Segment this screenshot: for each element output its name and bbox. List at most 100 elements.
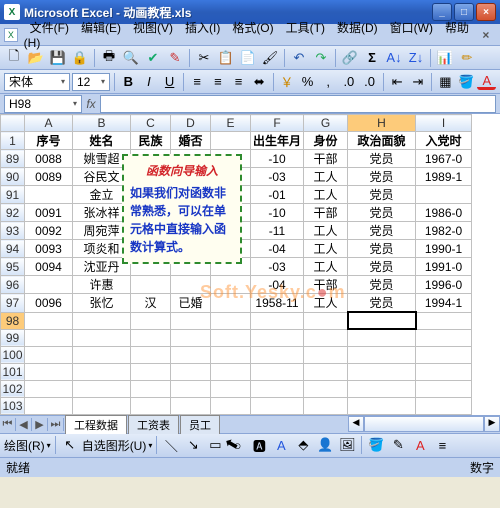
menu-item[interactable]: 编辑(E) [75, 19, 127, 37]
spelling-icon[interactable]: ✔ [143, 48, 163, 68]
cell[interactable]: 1982-0 [416, 222, 472, 240]
cell[interactable]: 工人 [304, 168, 348, 186]
cell[interactable]: 政治面貌 [348, 132, 416, 150]
format-painter-icon[interactable]: 🖌 [260, 48, 280, 68]
cell[interactable]: 姓名 [73, 132, 131, 150]
sort-asc-icon[interactable]: A↓ [384, 48, 404, 68]
increase-indent-icon[interactable]: ⇥ [408, 72, 427, 92]
cell[interactable]: 工人 [304, 186, 348, 204]
cell[interactable]: 身份 [304, 132, 348, 150]
clipart-icon[interactable]: 👤 [315, 435, 335, 455]
wordart-icon[interactable]: A [271, 435, 291, 455]
hyperlink-icon[interactable]: 🔗 [340, 48, 360, 68]
cell[interactable] [73, 380, 131, 397]
cell[interactable] [211, 380, 251, 397]
cell[interactable]: -03 [251, 168, 304, 186]
cell[interactable]: 1967-0 [416, 150, 472, 168]
cell[interactable]: 0092 [25, 222, 73, 240]
name-box[interactable]: H98▾ [4, 95, 82, 113]
align-right-icon[interactable]: ≡ [229, 72, 248, 92]
cell[interactable] [73, 397, 131, 414]
cell[interactable] [171, 363, 211, 380]
decrease-decimal-icon[interactable]: .0 [360, 72, 379, 92]
cell[interactable] [304, 346, 348, 363]
chart-icon[interactable]: 📊 [435, 48, 455, 68]
comma-icon[interactable]: , [319, 72, 338, 92]
cell[interactable] [348, 380, 416, 397]
cell[interactable] [25, 363, 73, 380]
hscroll-right-icon[interactable]: ▶ [484, 416, 500, 432]
picture-icon[interactable]: 🖼 [337, 435, 357, 455]
row-header[interactable]: 91 [1, 186, 25, 204]
research-icon[interactable]: ✎ [165, 48, 185, 68]
cell[interactable] [251, 346, 304, 363]
cell[interactable] [171, 312, 211, 329]
redo-icon[interactable]: ↷ [311, 48, 331, 68]
cell[interactable] [131, 397, 171, 414]
cell[interactable]: -04 [251, 276, 304, 294]
cell[interactable]: 党员 [348, 204, 416, 222]
cell[interactable]: 0094 [25, 258, 73, 276]
font-name-select[interactable]: 宋体▾ [4, 73, 70, 91]
cell[interactable]: 干部 [304, 150, 348, 168]
cell[interactable]: 张忆 [73, 294, 131, 313]
column-header[interactable]: E [211, 115, 251, 132]
sheet-tab-active[interactable]: 工程数据 [65, 415, 127, 434]
cell[interactable]: 序号 [25, 132, 73, 150]
merge-icon[interactable]: ⬌ [250, 72, 269, 92]
row-header[interactable]: 93 [1, 222, 25, 240]
cell[interactable] [304, 329, 348, 346]
cell[interactable]: 干部 [304, 204, 348, 222]
cell[interactable] [211, 397, 251, 414]
cut-icon[interactable]: ✂ [194, 48, 214, 68]
column-header[interactable]: C [131, 115, 171, 132]
autosum-icon[interactable]: Σ [362, 48, 382, 68]
cell[interactable] [131, 276, 171, 294]
cell[interactable]: 1958-11 [251, 294, 304, 313]
column-header[interactable]: D [171, 115, 211, 132]
cell[interactable] [25, 276, 73, 294]
sort-desc-icon[interactable]: Z↓ [406, 48, 426, 68]
paste-icon[interactable]: 📄 [238, 48, 258, 68]
menu-item[interactable]: 数据(D) [331, 19, 384, 37]
cell[interactable] [348, 363, 416, 380]
cell[interactable]: -10 [251, 150, 304, 168]
menu-item[interactable]: 格式(O) [226, 19, 279, 37]
undo-icon[interactable]: ↶ [289, 48, 309, 68]
menu-item[interactable]: 插入(I) [179, 19, 226, 37]
menu-item[interactable]: 视图(V) [127, 19, 179, 37]
tab-nav-next-icon[interactable]: ▶ [32, 418, 48, 431]
autoshapes-menu[interactable]: 自选图形(U) [82, 437, 147, 454]
cell[interactable] [348, 397, 416, 414]
cell[interactable] [25, 186, 73, 204]
font-color2-icon[interactable]: A [410, 435, 430, 455]
cell[interactable] [211, 276, 251, 294]
align-center-icon[interactable]: ≡ [209, 72, 228, 92]
cell[interactable]: 工人 [304, 222, 348, 240]
cell[interactable] [131, 329, 171, 346]
select-objects-icon[interactable]: ↖ [60, 435, 80, 455]
cell[interactable] [304, 363, 348, 380]
cell[interactable]: 工人 [304, 258, 348, 276]
cell[interactable]: 党员 [348, 258, 416, 276]
open-icon[interactable]: 📂 [26, 48, 46, 68]
cell[interactable]: 0089 [25, 168, 73, 186]
cell[interactable] [348, 312, 416, 329]
cell[interactable] [251, 380, 304, 397]
row-header[interactable]: 96 [1, 276, 25, 294]
cell[interactable] [171, 276, 211, 294]
cell[interactable] [25, 346, 73, 363]
row-header[interactable]: 95 [1, 258, 25, 276]
cell[interactable] [416, 397, 472, 414]
cell[interactable]: 0091 [25, 204, 73, 222]
cell[interactable] [348, 329, 416, 346]
line-color-icon[interactable]: ✎ [388, 435, 408, 455]
drawing-icon[interactable]: ✏ [457, 48, 477, 68]
cell[interactable] [416, 363, 472, 380]
line-icon[interactable]: ＼ [161, 435, 181, 455]
cell[interactable] [416, 329, 472, 346]
column-header[interactable]: A [25, 115, 73, 132]
row-header[interactable]: 98 [1, 312, 25, 329]
cell[interactable]: 党员 [348, 294, 416, 313]
print-icon[interactable]: 🖶 [99, 48, 119, 68]
